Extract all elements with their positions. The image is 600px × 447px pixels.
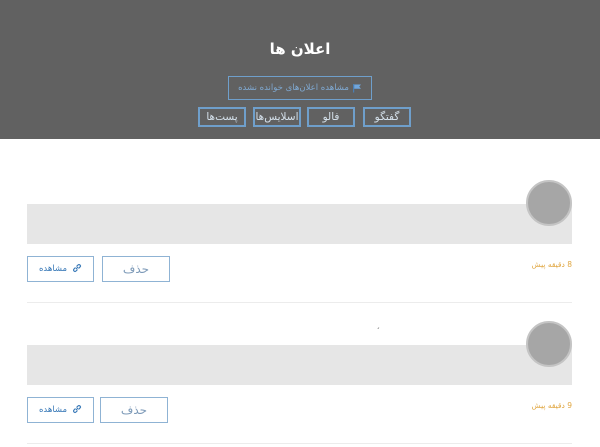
delete-button[interactable]: حذف: [102, 256, 170, 282]
filter-posts-button[interactable]: پست‌ها: [198, 107, 246, 127]
view-button-label: مشاهده: [38, 405, 68, 415]
link-icon: [72, 404, 82, 417]
avatar[interactable]: [526, 180, 572, 226]
notification-time: 9 دقیقه پیش: [531, 401, 572, 410]
notification-time: 8 دقیقه پیش: [531, 260, 572, 269]
notification-content[interactable]: [27, 345, 572, 385]
view-button[interactable]: مشاهده: [27, 256, 94, 282]
divider: [27, 443, 572, 444]
avatar[interactable]: [526, 321, 572, 367]
flag-icon: [352, 83, 362, 93]
filter-follow-button[interactable]: فالو: [307, 107, 355, 127]
divider: [27, 302, 572, 303]
unread-button-label: مشاهده اعلان‌های خوانده نشده: [238, 83, 349, 93]
link-icon: [72, 263, 82, 276]
view-button[interactable]: مشاهده: [27, 397, 94, 423]
header: اعلان ها مشاهده اعلان‌های خوانده نشده گف…: [0, 0, 600, 139]
view-button-label: مشاهده: [38, 264, 68, 274]
page-title: اعلان ها: [269, 40, 331, 58]
delete-button[interactable]: حذف: [100, 397, 168, 423]
notification-content[interactable]: [27, 204, 572, 244]
unread-notifications-button[interactable]: مشاهده اعلان‌های خوانده نشده: [228, 76, 372, 100]
filter-chat-button[interactable]: گفتگو: [363, 107, 411, 127]
notification-mark: ˊ: [376, 327, 380, 336]
filter-slices-button[interactable]: اسلایس‌ها: [253, 107, 301, 127]
